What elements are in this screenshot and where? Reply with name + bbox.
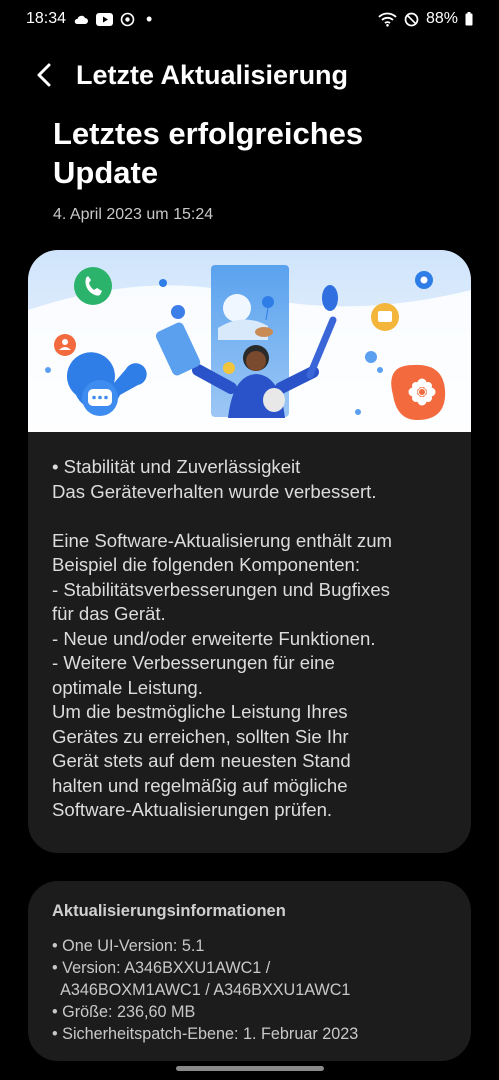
do-not-disturb-icon — [404, 12, 419, 27]
status-bar: 18:34 • 88% — [0, 0, 499, 38]
release-note-line: optimale Leistung. — [52, 676, 203, 698]
update-info-line: • One UI-Version: 5.1 — [52, 937, 205, 955]
update-date: 4. April 2023 um 15:24 — [53, 206, 214, 223]
wifi-icon — [378, 12, 397, 27]
release-note-line: Gerätes zu erreichen, sollten Sie Ihr — [52, 725, 349, 747]
cloud-notification-icon — [73, 13, 89, 25]
release-note-line: halten und regelmäßig auf mögliche — [52, 774, 348, 796]
release-note-line: - Weitere Verbesserungen für eine — [52, 652, 335, 673]
chevron-left-icon — [37, 63, 51, 87]
battery-percent: 88% — [425, 10, 458, 27]
release-notes-card: • Stabilität und Zuverlässigkeit Das Gerä… — [28, 250, 471, 853]
youtube-notification-icon — [96, 12, 114, 26]
release-note-line: Software-Aktualisierungen prüfen. — [52, 799, 333, 820]
update-info-card: Aktualisierungsinformationen • One UI-Ve… — [28, 881, 471, 1061]
sync-notification-icon — [120, 12, 135, 27]
navigation-gesture-handle[interactable] — [176, 1066, 324, 1071]
update-info-line: • Version: A346BXXU1AWC1 / — [52, 959, 271, 977]
battery-icon — [465, 12, 473, 26]
release-note-line: Das Geräteverhalten wurde verbessert. — [52, 480, 377, 502]
page-title: Letztes erfolgreiches Update — [53, 116, 364, 190]
update-illustration — [28, 250, 471, 432]
update-info-title: Aktualisierungsinformationen — [52, 902, 286, 920]
update-info-line: A346BOXM1AWC1 / A346BXXU1AWC1 — [52, 981, 351, 999]
update-info-list: • One UI-Version: 5.1 • Version: A346BXXU… — [52, 935, 462, 1045]
release-note-line: Gerät stets auf dem neuesten Stand — [52, 750, 351, 771]
app-bar: Letzte Aktualisierung — [0, 50, 499, 100]
release-note-line: - Neue und/oder erweiterte Funktionen. — [52, 627, 376, 649]
back-button[interactable] — [22, 53, 66, 97]
update-info-line: • Sicherheitspatch-Ebene: 1. Februar 202… — [52, 1025, 359, 1043]
release-note-line: für das Gerät. — [52, 603, 166, 624]
release-notes-text: • Stabilität und Zuverlässigkeit Das Gerä… — [52, 455, 452, 823]
status-time: 18:34 — [26, 10, 67, 27]
release-note-line: Um die bestmögliche Leistung Ihres — [52, 701, 348, 722]
release-note-line: Beispiel die folgenden Komponenten: — [52, 554, 361, 575]
release-note-line: Eine Software-Aktualisierung enthält zum — [52, 529, 393, 551]
update-info-line: • Größe: 236,60 MB — [52, 1003, 196, 1021]
more-notifications-dot-icon: • — [146, 9, 153, 29]
paragraph-spacer — [52, 504, 452, 529]
release-note-line: • Stabilität und Zuverlässigkeit — [52, 456, 301, 477]
app-bar-title: Letzte Aktualisierung — [76, 59, 349, 90]
release-note-line: - Stabilitätsverbesserungen und Bugfixes — [52, 578, 390, 600]
